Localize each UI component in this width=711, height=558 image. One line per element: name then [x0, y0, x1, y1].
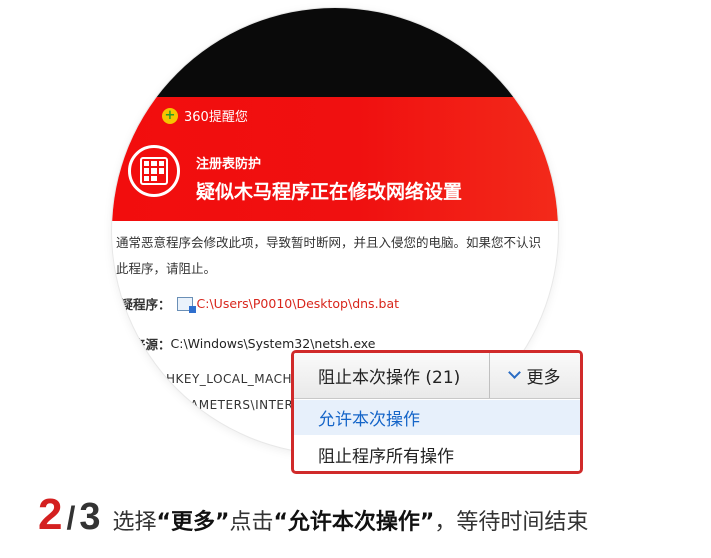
block-once-button[interactable]: 阻止本次操作 (21)	[294, 353, 490, 398]
alert-title: 疑似木马程序正在修改网络设置	[196, 181, 463, 203]
source-path: C:\Windows\System32\netsh.exe	[170, 336, 376, 351]
alert-description: 通常恶意程序会修改此项，导致暂时断网，并且入侵您的电脑。如果您不认识 此程序，请…	[116, 230, 558, 282]
block-all-menu-item[interactable]: 阻止程序所有操作	[294, 437, 580, 471]
file-icon	[176, 296, 196, 313]
suspicious-program-row: 可疑程序： C:\Users\P0010\Desktop\dns.bat	[112, 294, 399, 313]
logo-360-icon: +	[162, 107, 178, 124]
source-label: 程序来源：	[112, 337, 171, 352]
description-line-1: 通常恶意程序会修改此项，导致暂时断网，并且入侵您的电脑。如果您不认识	[116, 235, 542, 250]
registry-shield-icon	[128, 145, 180, 197]
caption-quoted-allow: “允许本次操作”	[273, 510, 435, 535]
action-button-row: 阻止本次操作 (21) 更多	[294, 353, 580, 399]
brand-label: 360提醒您	[184, 110, 248, 125]
more-label: 更多	[526, 368, 561, 388]
alert-header: + 360提醒您 注册表防护 疑似木马程序正在修改网络设置	[112, 97, 558, 221]
caption-prefix: 选择	[112, 510, 157, 535]
caption-quoted-more: “更多”	[156, 510, 230, 535]
allow-once-label: 允许本次操作	[318, 410, 420, 430]
brand-row: + 360提醒您	[162, 106, 248, 125]
step-number: 2	[38, 490, 63, 539]
block-once-label: 阻止本次操作 (21)	[318, 368, 461, 388]
window-top-band	[112, 8, 558, 97]
step-caption: 2 / 3 选择“更多”点击“允许本次操作”，等待时间结束	[38, 490, 588, 540]
caption-mid: 点击	[229, 510, 274, 535]
action-highlight-box: 阻止本次操作 (21) 更多 允许本次操作 阻止程序所有操作	[291, 350, 583, 474]
step-slash: /	[66, 500, 76, 536]
more-button[interactable]: 更多	[490, 353, 580, 398]
caption-suffix: ，等待时间结束	[434, 510, 589, 535]
chevron-down-icon	[507, 366, 521, 379]
step-total: 3	[79, 496, 101, 538]
registry-key-line-2: PARAMETERS\INTER	[166, 398, 294, 412]
block-all-label: 阻止程序所有操作	[318, 447, 454, 467]
suspicious-label: 可疑程序：	[112, 297, 171, 312]
description-line-2: 此程序，请阻止。	[116, 261, 217, 276]
caption-text: 选择“更多”点击“允许本次操作”，等待时间结束	[113, 504, 589, 536]
alert-category: 注册表防护	[196, 157, 262, 172]
allow-once-menu-item[interactable]: 允许本次操作	[294, 400, 580, 435]
suspicious-path[interactable]: C:\Users\P0010\Desktop\dns.bat	[197, 296, 400, 311]
